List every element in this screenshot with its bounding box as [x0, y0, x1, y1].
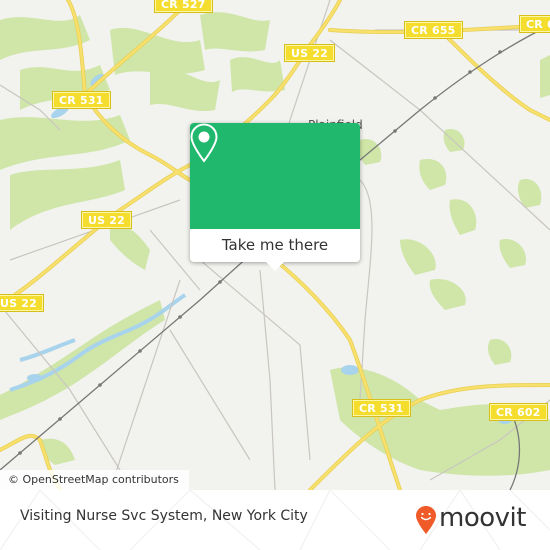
map-attribution[interactable]: © OpenStreetMap contributors — [0, 470, 189, 490]
popup-pointer — [265, 261, 285, 271]
route-shield-cr-531-north: CR 531 — [52, 91, 111, 109]
map-pin-icon — [190, 123, 218, 163]
moovit-pin-icon — [416, 506, 436, 534]
popup-header — [190, 123, 360, 229]
footer-bar: Visiting Nurse Svc System, New York City… — [0, 490, 550, 550]
route-shield-cr-6: CR 6 — [519, 15, 550, 33]
route-shield-cr-527: CR 527 — [154, 0, 213, 13]
route-shield-us-22-north: US 22 — [284, 44, 335, 62]
route-shield-us-22-mid: US 22 — [81, 211, 132, 229]
route-shield-cr-655: CR 655 — [404, 21, 463, 39]
route-shield-cr-602: CR 602 — [489, 403, 548, 421]
location-popup[interactable]: Take me there — [190, 123, 360, 271]
map-canvas[interactable]: Plainfield CR 527 CR 655 CR 6 US 22 CR 5… — [0, 0, 550, 490]
location-title: Visiting Nurse Svc System, New York City — [20, 508, 308, 524]
route-shield-us-22-west: US 22 — [0, 294, 44, 312]
moovit-wordmark: moovit — [439, 503, 526, 533]
route-shield-cr-531-south: CR 531 — [352, 399, 411, 417]
take-me-there-button[interactable]: Take me there — [190, 229, 360, 262]
